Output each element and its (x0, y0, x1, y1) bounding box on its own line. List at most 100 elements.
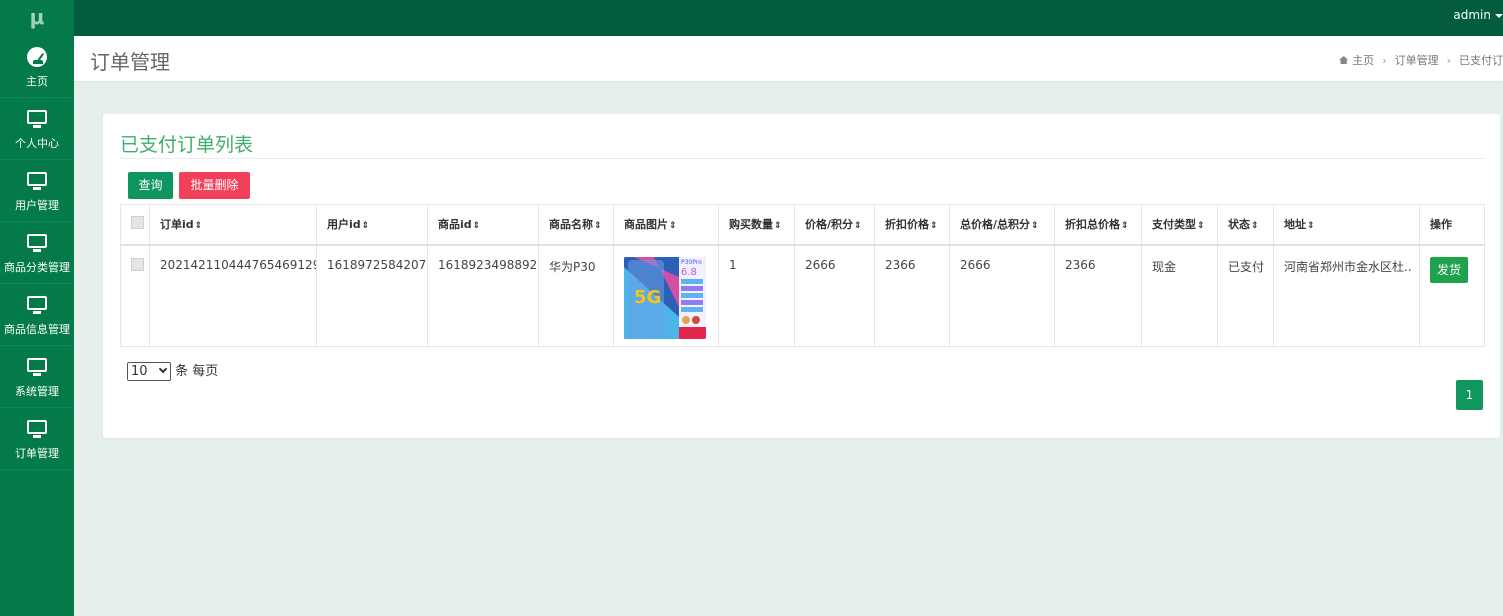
sidebar: 主页 个人中心 用户管理 商品分类管理 商品信息管理 系统管理 订单管理 (0, 36, 74, 616)
table-row: 202142110444765469129 1618972584207 1618… (120, 244, 1485, 347)
svg-text:P30Pro: P30Pro (681, 259, 702, 266)
orders-card: 已支付订单列表 查询 批量删除 订单id⇕ 用户id⇕ 商品id⇕ 商品名称⇕ … (103, 114, 1500, 438)
page-size-control: 10 条 每页 (127, 360, 218, 381)
home-icon (1339, 56, 1349, 64)
column-header-actions: 操作 (1419, 204, 1485, 246)
column-header[interactable]: 折扣总价格⇕ (1054, 204, 1142, 246)
chevron-down-icon (158, 364, 168, 374)
column-label: 支付类型 (1152, 218, 1196, 232)
card-title: 已支付订单列表 (120, 134, 254, 156)
product-image[interactable]: 5G P30Pro 6.8 (624, 256, 706, 339)
sort-icon: ⇕ (930, 221, 938, 232)
page-size-value: 10 (131, 364, 148, 379)
cell-quantity: 1 (718, 244, 795, 347)
column-header[interactable]: 商品图片⇕ (613, 204, 719, 246)
svg-text:5G: 5G (634, 287, 661, 308)
column-label: 操作 (1430, 218, 1452, 232)
sort-icon: ⇕ (774, 221, 782, 232)
column-header[interactable]: 购买数量⇕ (718, 204, 795, 246)
cell-order-id: 202142110444765469129 (149, 244, 317, 347)
sidebar-item-system-management[interactable]: 系统管理 (0, 346, 74, 408)
column-header[interactable]: 折扣价格⇕ (874, 204, 950, 246)
sidebar-item-label: 用户管理 (15, 199, 59, 212)
breadcrumb-orders[interactable]: 订单管理 (1395, 54, 1439, 67)
column-label: 地址 (1284, 218, 1306, 232)
sort-icon: ⇕ (594, 221, 602, 232)
sort-icon: ⇕ (472, 221, 481, 232)
column-label: 价格/积分 (805, 218, 854, 232)
cell-user-id: 1618972584207 (316, 244, 428, 347)
sort-icon: ⇕ (1031, 221, 1039, 232)
monitor-icon (26, 108, 48, 130)
sidebar-item-order-management[interactable]: 订单管理 (0, 408, 74, 470)
cell-product-name: 华为P30 (538, 244, 614, 347)
sort-icon: ⇕ (1197, 221, 1205, 232)
cell-discount-total: 2366 (1054, 244, 1142, 347)
column-header[interactable]: 总价格/总积分⇕ (949, 204, 1055, 246)
breadcrumb-separator: › (1382, 54, 1387, 67)
column-header[interactable]: 支付类型⇕ (1141, 204, 1218, 246)
column-header[interactable]: 订单id⇕ (149, 204, 317, 246)
page-button-current[interactable]: 1 (1456, 380, 1483, 410)
column-header[interactable]: 价格/积分⇕ (794, 204, 875, 246)
app-logo[interactable]: μ (0, 0, 74, 36)
query-button[interactable]: 查询 (128, 172, 173, 199)
page-header: 订单管理 主页 › 订单管理 › 已支付订 (74, 36, 1503, 82)
cell-product-image: 5G P30Pro 6.8 (613, 244, 719, 347)
monitor-icon (26, 232, 48, 254)
sidebar-item-user-management[interactable]: 用户管理 (0, 160, 74, 222)
column-label: 折扣总价格 (1065, 218, 1120, 232)
sidebar-item-home[interactable]: 主页 (0, 36, 74, 98)
sidebar-item-category-management[interactable]: 商品分类管理 (0, 222, 74, 284)
sidebar-item-label: 商品分类管理 (4, 261, 70, 274)
breadcrumb-separator: › (1446, 54, 1451, 67)
batch-delete-button[interactable]: 批量删除 (179, 172, 250, 199)
page-title: 订单管理 (90, 50, 170, 74)
column-label: 商品图片 (624, 218, 668, 232)
cell-status: 已支付 (1217, 244, 1274, 347)
column-label: 购买数量 (729, 218, 773, 232)
column-header[interactable]: 地址⇕ (1273, 204, 1420, 246)
sidebar-item-label: 系统管理 (15, 385, 59, 398)
sidebar-item-label: 商品信息管理 (4, 323, 70, 336)
cell-discount-price: 2366 (874, 244, 950, 347)
cell-product-id: 1618923498892 (427, 244, 539, 347)
cell-address: 河南省郑州市金水区杜.. (1273, 244, 1420, 347)
column-header[interactable]: 商品id⇕ (427, 204, 539, 246)
select-all-cell[interactable] (120, 204, 150, 246)
sort-icon: ⇕ (1251, 221, 1259, 232)
column-label: 商品名称 (549, 218, 593, 232)
monitor-icon (26, 294, 48, 316)
sort-icon: ⇕ (194, 221, 203, 232)
column-label: 用户id (327, 218, 361, 232)
sidebar-item-personal-center[interactable]: 个人中心 (0, 98, 74, 160)
sort-icon: ⇕ (361, 221, 370, 232)
select-all-checkbox[interactable] (131, 216, 144, 230)
breadcrumb-home[interactable]: 主页 (1352, 54, 1374, 67)
breadcrumb-current: 已支付订 (1459, 54, 1503, 67)
sort-icon: ⇕ (669, 221, 677, 232)
sort-icon: ⇕ (1307, 221, 1315, 232)
sidebar-item-label: 个人中心 (15, 137, 59, 150)
column-header[interactable]: 用户id⇕ (316, 204, 428, 246)
column-label: 状态 (1228, 218, 1250, 232)
table-header-row: 订单id⇕ 用户id⇕ 商品id⇕ 商品名称⇕ 商品图片⇕ 购买数量⇕ 价格/积… (120, 204, 1485, 246)
column-label: 折扣价格 (885, 218, 929, 232)
sidebar-item-label: 订单管理 (15, 447, 59, 460)
column-header[interactable]: 状态⇕ (1217, 204, 1274, 246)
row-checkbox[interactable] (131, 257, 144, 271)
cell-total-price: 2666 (949, 244, 1055, 347)
user-menu[interactable]: admin (1453, 0, 1503, 36)
monitor-icon (26, 170, 48, 192)
cell-actions: 发货 (1419, 244, 1485, 347)
sidebar-item-label: 主页 (26, 75, 48, 88)
ship-button[interactable]: 发货 (1430, 256, 1469, 283)
orders-table: 订单id⇕ 用户id⇕ 商品id⇕ 商品名称⇕ 商品图片⇕ 购买数量⇕ 价格/积… (120, 204, 1485, 347)
sidebar-item-product-management[interactable]: 商品信息管理 (0, 284, 74, 346)
page-size-select[interactable]: 10 (127, 362, 171, 381)
svg-text:6.8: 6.8 (681, 267, 697, 278)
dashboard-icon (26, 46, 48, 68)
row-select-cell[interactable] (120, 244, 150, 347)
sort-icon: ⇕ (1121, 221, 1129, 232)
column-header[interactable]: 商品名称⇕ (538, 204, 614, 246)
